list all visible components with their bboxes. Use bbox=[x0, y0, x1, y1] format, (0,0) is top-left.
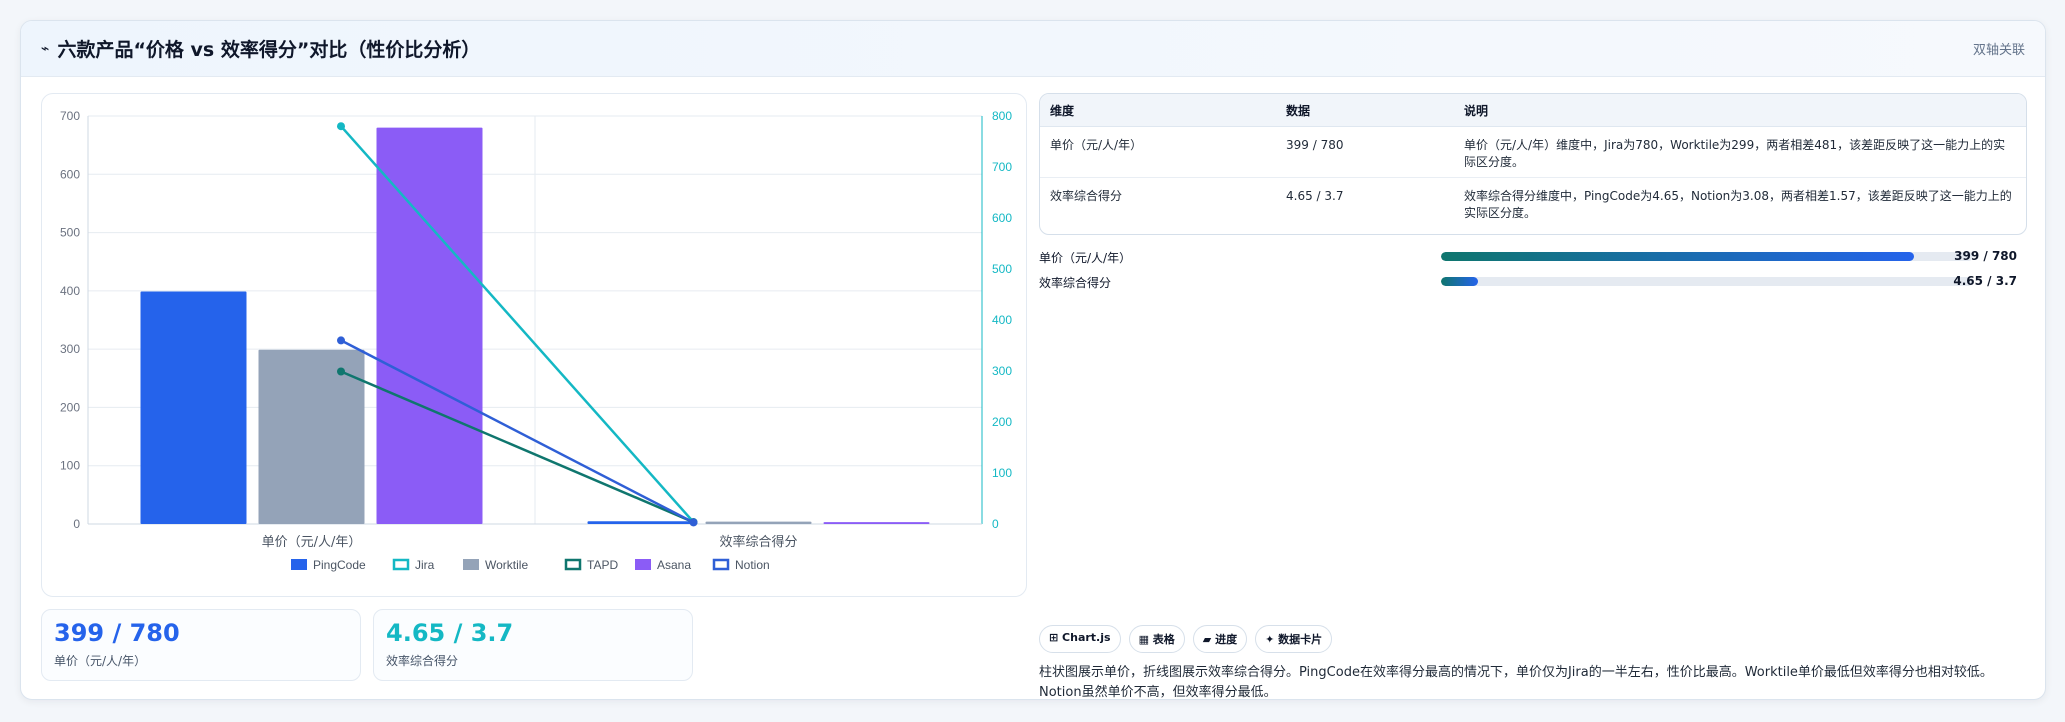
point-tapd bbox=[337, 367, 345, 376]
pulse-icon: ⌁ bbox=[41, 40, 50, 57]
kpi-value: 4.65 / 3.7 bbox=[386, 619, 514, 647]
bar-pingcode bbox=[140, 291, 247, 524]
table-cell: 399 / 780 bbox=[1276, 126, 1454, 178]
column-header: 数据 bbox=[1276, 94, 1454, 127]
legend-swatch bbox=[291, 559, 307, 570]
tag-list: ⊞ Chart.js ▦ 表格 ▰ 进度 ✦ 数据卡片 bbox=[1039, 625, 1333, 653]
page-title-text: 六款产品“价格 vs 效率得分”对比（性价比分析） bbox=[57, 39, 481, 61]
page-title: ⌁ 六款产品“价格 vs 效率得分”对比（性价比分析） bbox=[41, 35, 480, 62]
legend-swatch bbox=[635, 559, 651, 570]
progress-label: 单价（元/人/年） bbox=[1039, 251, 1132, 265]
table-row: 单价（元/人/年） 399 / 780 单价（元/人/年）维度中，Jira为78… bbox=[1040, 126, 2026, 178]
table-cell: 单价（元/人/年） bbox=[1040, 126, 1276, 178]
x-axis-category-label: 效率综合得分 bbox=[719, 534, 797, 550]
tag-progress[interactable]: ▰ 进度 bbox=[1192, 625, 1248, 653]
dual-axis-badge: 双轴关联 bbox=[1972, 43, 2025, 58]
left-axis-tick-label: 200 bbox=[60, 400, 80, 414]
left-axis-tick-label: 500 bbox=[60, 226, 80, 240]
point-notion bbox=[689, 518, 698, 527]
kpi-value: 399 / 780 bbox=[54, 619, 180, 647]
legend-label: PingCode bbox=[313, 558, 366, 572]
kpi-card-price: 399 / 780 单价（元/人/年） bbox=[41, 609, 361, 681]
progress-fill bbox=[1441, 252, 1915, 261]
comparison-card: ⌁ 六款产品“价格 vs 效率得分”对比（性价比分析） 双轴关联 0 100 200… bbox=[20, 20, 2046, 700]
table-cell: 效率综合得分维度中，PingCode为4.65，Notion为3.08，两者相差… bbox=[1464, 189, 2012, 220]
left-axis-tick-label: 600 bbox=[60, 167, 80, 181]
progress-track bbox=[1441, 277, 1973, 286]
table-header-row: 维度 数据 说明 bbox=[1040, 94, 2026, 127]
combo-chart: 0 100 200 300 400 500 600 700 0 100 200 300 400 500 60… bbox=[60, 109, 1012, 572]
right-axis-tick-label: 200 bbox=[992, 415, 1012, 429]
tag-data-card[interactable]: ✦ 数据卡片 bbox=[1255, 625, 1333, 653]
column-header: 说明 bbox=[1454, 94, 2026, 127]
right-axis-tick-label: 700 bbox=[992, 160, 1012, 174]
bar-asana bbox=[376, 127, 483, 525]
point-notion bbox=[337, 336, 345, 345]
legend-label: Asana bbox=[657, 558, 691, 572]
progress-row: 单价（元/人/年） 399 / 780 bbox=[1039, 245, 2025, 270]
left-axis-tick-label: 100 bbox=[60, 459, 80, 473]
legend-swatch bbox=[392, 558, 410, 571]
legend-swatch bbox=[463, 559, 479, 570]
legend-swatch bbox=[564, 558, 582, 571]
right-axis-tick-label: 100 bbox=[992, 466, 1012, 480]
kpi-label: 效率综合得分 bbox=[386, 654, 459, 668]
left-axis-tick-label: 300 bbox=[60, 342, 80, 356]
legend-label: TAPD bbox=[587, 558, 618, 572]
left-axis-tick-label: 400 bbox=[60, 284, 80, 298]
right-axis-tick-label: 300 bbox=[992, 364, 1012, 378]
legend-swatch bbox=[712, 558, 730, 571]
card-header: ⌁ 六款产品“价格 vs 效率得分”对比（性价比分析） 双轴关联 bbox=[21, 21, 2045, 77]
table-cell: 单价（元/人/年）维度中，Jira为780，Worktile为299，两者相差4… bbox=[1454, 126, 2026, 178]
progress-value: 4.65 / 3.7 bbox=[1953, 274, 2017, 288]
progress-list: 单价（元/人/年） 399 / 780 效率综合得分 4.65 / 3.7 bbox=[1039, 245, 2025, 295]
legend-label: Notion bbox=[735, 558, 770, 572]
right-axis-tick-label: 600 bbox=[992, 211, 1012, 225]
bar-worktile bbox=[705, 521, 812, 524]
bar-asana bbox=[823, 522, 930, 524]
legend-label: Jira bbox=[415, 558, 435, 572]
progress-fill bbox=[1441, 277, 1479, 286]
progress-label: 效率综合得分 bbox=[1039, 276, 1112, 290]
kpi-label: 单价（元/人/年） bbox=[54, 654, 147, 668]
legend-label: Worktile bbox=[485, 558, 528, 572]
kpi-card-efficiency: 4.65 / 3.7 效率综合得分 bbox=[373, 609, 693, 681]
progress-track bbox=[1441, 252, 1973, 261]
right-axis-tick-label: 400 bbox=[992, 313, 1012, 327]
progress-row: 效率综合得分 4.65 / 3.7 bbox=[1039, 270, 2025, 295]
chart-panel: 0 100 200 300 400 500 600 700 0 100 200 300 400 500 60… bbox=[41, 93, 1027, 597]
point-jira bbox=[337, 122, 345, 131]
table-cell: 4.65 / 3.7 bbox=[1286, 189, 1344, 203]
table-row: 效率综合得分 4.65 / 3.7 效率综合得分维度中，PingCode为4.6… bbox=[1040, 178, 2026, 229]
right-axis-tick-label: 0 bbox=[992, 517, 999, 531]
left-axis-tick-label: 0 bbox=[73, 517, 80, 531]
right-axis-tick-label: 500 bbox=[992, 262, 1012, 276]
column-header: 维度 bbox=[1040, 94, 1276, 127]
table-cell: 效率综合得分 bbox=[1050, 189, 1123, 203]
tag-table[interactable]: ▦ 表格 bbox=[1128, 625, 1185, 653]
right-axis-tick-label: 800 bbox=[992, 109, 1012, 123]
x-axis-category-label: 单价（元/人/年） bbox=[262, 535, 362, 550]
left-axis-tick-label: 700 bbox=[60, 109, 80, 123]
tag-chartjs[interactable]: ⊞ Chart.js bbox=[1039, 625, 1121, 653]
analysis-note: 柱状图展示单价，折线图展示效率综合得分。PingCode在效率得分最高的情况下，… bbox=[1039, 665, 1993, 700]
progress-value: 399 / 780 bbox=[1954, 249, 2017, 263]
data-table: 维度 数据 说明 单价（元/人/年） 399 / 780 单价（元/人/年）维度… bbox=[1039, 93, 2027, 235]
bar-pingcode bbox=[587, 521, 694, 524]
